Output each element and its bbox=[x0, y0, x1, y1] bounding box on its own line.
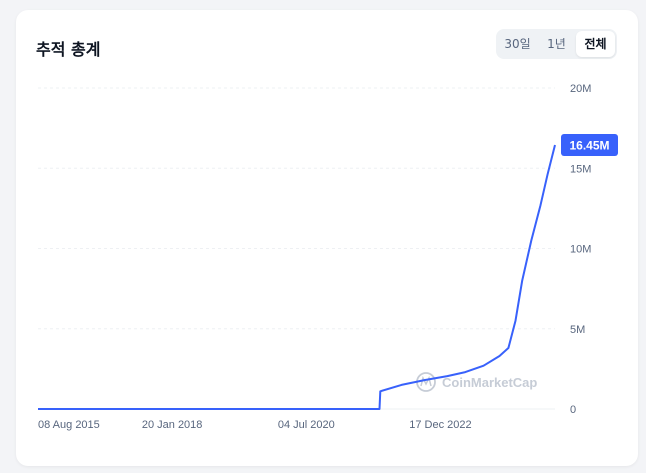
series-line bbox=[38, 144, 556, 410]
series-group bbox=[38, 144, 556, 410]
y-tick-label: 20M bbox=[570, 83, 591, 95]
current-value-label: 16.45M bbox=[569, 138, 609, 152]
line-chart: CoinMarketCap 20M 15M 10M 5M 0 08 Aug 2015 20… bbox=[38, 83, 618, 431]
watermark: CoinMarketCap bbox=[416, 372, 537, 392]
y-tick-label: 0 bbox=[570, 404, 576, 416]
y-tick-label: 10M bbox=[570, 244, 591, 256]
current-value-badge: 16.45M bbox=[561, 133, 618, 156]
y-axis-ticks: 20M 15M 10M 5M 0 bbox=[570, 83, 591, 416]
x-axis-ticks: 08 Aug 2015 20 Jan 2018 04 Jul 2020 17 Dec … bbox=[38, 419, 472, 431]
x-tick-label: 08 Aug 2015 bbox=[38, 419, 100, 431]
watermark-text: CoinMarketCap bbox=[442, 375, 537, 390]
x-tick-label: 20 Jan 2018 bbox=[142, 419, 203, 431]
y-tick-label: 15M bbox=[570, 163, 591, 175]
y-tick-label: 5M bbox=[570, 324, 585, 336]
grid-lines bbox=[38, 87, 555, 410]
x-tick-label: 17 Dec 2022 bbox=[409, 419, 471, 431]
x-tick-label: 04 Jul 2020 bbox=[278, 419, 335, 431]
